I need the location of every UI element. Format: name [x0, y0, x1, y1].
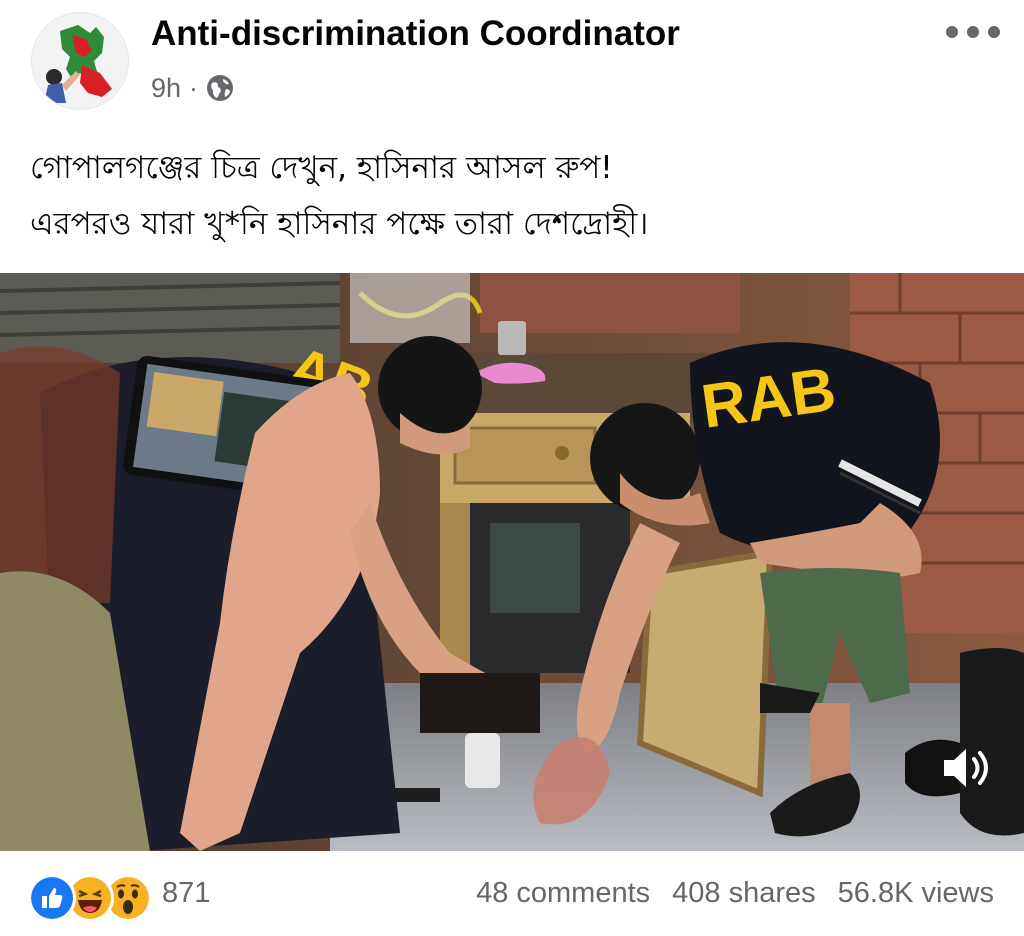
comments-count[interactable]: 48 comments: [476, 877, 650, 910]
post-time[interactable]: 9h: [151, 73, 181, 104]
meta-separator: ·: [189, 72, 199, 103]
speaker-glyph: [944, 749, 988, 787]
post-footer: 871 48 comments 408 shares 56.8K views: [0, 851, 1024, 936]
post-header: Anti-discrimination Coordinator 9h ·: [0, 0, 1024, 120]
post-caption: গোপালগঞ্জের চিত্র দেখুন, হাসিনার আসল রুপ…: [30, 140, 1000, 252]
more-dot: [946, 26, 958, 38]
post-meta: 9h ·: [151, 70, 234, 106]
reaction-count[interactable]: 871: [162, 877, 210, 910]
more-dot: [988, 26, 1000, 38]
views-count: 56.8K views: [837, 877, 994, 909]
caption-line-1: গোপালগঞ্জের চিত্র দেখুন, হাসিনার আসল রুপ…: [30, 150, 613, 186]
post-video[interactable]: AB RAB: [0, 273, 1024, 851]
caption-line-2: এরপরও যারা খু*নি হাসিনার পক্ষে তারা দেশদ…: [30, 206, 649, 242]
globe-icon: [207, 75, 234, 101]
reaction-summary[interactable]: [28, 874, 158, 922]
avatar[interactable]: [31, 12, 129, 110]
speaker-icon[interactable]: [938, 743, 998, 793]
shares-count[interactable]: 408 shares: [672, 877, 816, 910]
like-icon: [28, 874, 76, 922]
more-options-icon[interactable]: [946, 20, 1000, 44]
avatar-map-icon: [32, 13, 128, 109]
post-stats: 48 comments 408 shares 56.8K views: [476, 877, 994, 910]
more-dot: [967, 26, 979, 38]
author-name[interactable]: Anti-discrimination Coordinator: [151, 14, 680, 54]
video-frame: AB RAB: [0, 273, 1024, 851]
